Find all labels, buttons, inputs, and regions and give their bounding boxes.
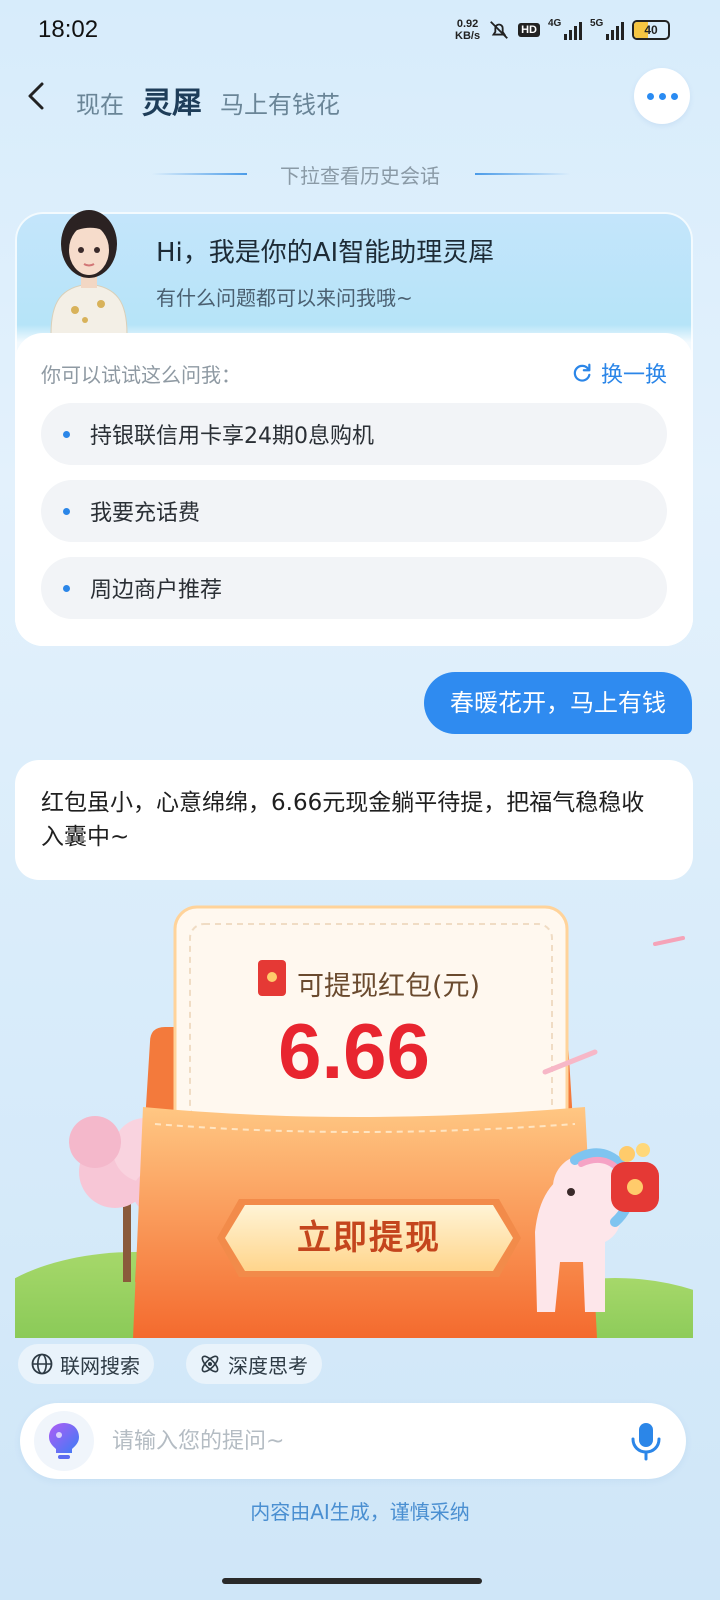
red-packet-card: 可提现红包(元) 6.66 立即提现 (15, 902, 693, 1338)
status-time: 18:02 (38, 16, 99, 43)
deep-think-label: 深度思考 (228, 1353, 308, 1378)
home-indicator[interactable] (222, 1578, 482, 1584)
red-packet-icon (258, 960, 286, 996)
network-speed: 0.92 KB/s (455, 18, 480, 42)
suggestion-text: 我要充话费 (90, 501, 201, 526)
globe-icon (31, 1353, 53, 1375)
nav-tabs: 现在 灵犀 马上有钱花 (76, 78, 340, 122)
header: 现在 灵犀 马上有钱花 (0, 66, 720, 126)
suggestion-text: 周边商户推荐 (90, 578, 223, 603)
bullet-icon (63, 507, 70, 515)
divider-line (475, 173, 570, 175)
withdraw-button-label: 立即提现 (297, 1218, 441, 1258)
chevron-left-icon (28, 82, 44, 110)
sim1-network-label: 4G (548, 18, 562, 29)
more-dot-icon (646, 92, 654, 100)
history-hint-text: 下拉查看历史会话 (280, 164, 440, 188)
voice-input-button[interactable] (628, 1421, 664, 1461)
network-speed-value: 0.92 (456, 18, 479, 30)
withdraw-button[interactable]: 立即提现 (215, 1195, 523, 1281)
tab-now[interactable]: 现在 (76, 85, 124, 120)
hd-badge: HD (518, 23, 540, 37)
red-packet-label: 可提现红包(元) (297, 971, 481, 1002)
tab-lingxi[interactable]: 灵犀 (142, 78, 202, 122)
welcome-card: Hi，我是你的AI智能助理灵犀 有什么问题都可以来问我哦~ 你可以试试这么问我：… (15, 210, 693, 646)
sim2-network-label: 5G (590, 18, 604, 29)
more-button[interactable] (634, 68, 690, 124)
more-dot-icon (658, 92, 666, 100)
battery-level: 40 (644, 23, 658, 37)
signal-icon: 4G (548, 18, 582, 40)
suggestion-label: 你可以试试这么问我： (41, 363, 241, 387)
bell-off-icon (490, 21, 509, 39)
more-dot-icon (670, 92, 678, 100)
idea-button[interactable] (34, 1411, 94, 1471)
ai-disclaimer: 内容由AI生成，谨慎采纳 (250, 1500, 470, 1524)
bullet-icon (63, 430, 70, 438)
web-search-label: 联网搜索 (60, 1353, 140, 1378)
history-hint[interactable]: 下拉查看历史会话 (0, 160, 720, 189)
divider-line (152, 173, 247, 175)
web-search-toggle[interactable]: 联网搜索 (18, 1344, 154, 1384)
battery-icon: 40 (632, 20, 670, 40)
user-message-bubble: 春暖花开，马上有钱 (424, 672, 692, 734)
back-button[interactable] (18, 76, 58, 116)
suggestion-item[interactable]: 持银联信用卡享24期0息购机 (41, 403, 667, 465)
network-speed-unit: KB/s (455, 30, 481, 42)
status-icons: 0.92 KB/s HD 4G 5G 40 (455, 18, 670, 42)
suggestion-text: 持银联信用卡享24期0息购机 (90, 424, 374, 449)
assistant-avatar (50, 210, 128, 334)
signal-icon: 5G (590, 18, 624, 40)
refresh-icon (573, 363, 591, 382)
red-packet-amount: 6.66 (278, 1007, 430, 1095)
suggestion-item[interactable]: 周边商户推荐 (41, 557, 667, 619)
status-bar: 18:02 0.92 KB/s HD 4G 5G 40 (0, 0, 720, 64)
assistant-reply-bubble: 红包虽小，心意绵绵，6.66元现金躺平待提，把福气稳稳收入囊中~ (15, 760, 693, 880)
atom-icon (201, 1355, 219, 1373)
chat-input-bar (20, 1403, 686, 1479)
refresh-button[interactable]: 换一换 (571, 357, 667, 389)
deep-think-toggle[interactable]: 深度思考 (186, 1344, 322, 1384)
bullet-icon (63, 584, 70, 592)
lightbulb-icon (49, 1423, 79, 1459)
refresh-label: 换一换 (600, 363, 667, 388)
greeting-subtitle: 有什么问题都可以来问我哦~ (156, 286, 413, 310)
chat-input[interactable] (112, 1421, 592, 1461)
tab-mashang-youqianhua[interactable]: 马上有钱花 (220, 85, 340, 120)
greeting-title: Hi，我是你的AI智能助理灵犀 (156, 238, 495, 268)
suggestion-item[interactable]: 我要充话费 (41, 480, 667, 542)
suggestion-panel: 你可以试试这么问我： 换一换 持银联信用卡享24期0息购机 我要充话费 周边商户… (15, 333, 693, 646)
microphone-icon (631, 1423, 661, 1461)
